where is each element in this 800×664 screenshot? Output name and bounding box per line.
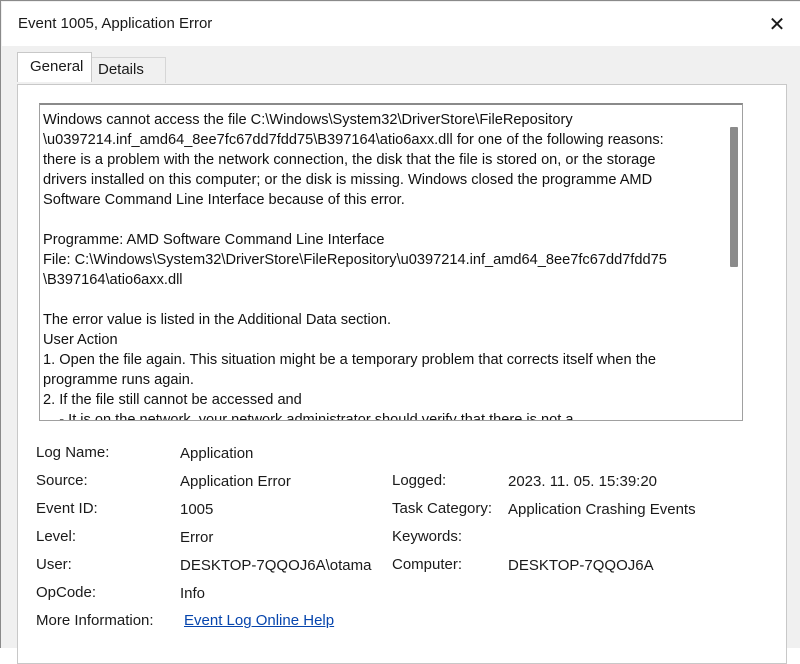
logged-value: 2023. 11. 05. 15:39:20 xyxy=(508,473,658,490)
logged-label: Logged: xyxy=(392,472,447,489)
keywords-label: Keywords: xyxy=(392,528,463,545)
source-value: Application Error xyxy=(180,473,291,490)
task-category-value: Application Crashing Events xyxy=(508,501,696,518)
title-bar[interactable]: Event 1005, Application Error ✕ xyxy=(2,2,800,46)
computer-value: DESKTOP-7QQOJ6A xyxy=(508,557,654,574)
event-id-label: Event ID: xyxy=(36,500,98,517)
level-value: Error xyxy=(180,529,214,546)
event-properties-window: Event 1005, Application Error ✕ General … xyxy=(0,0,800,664)
log-name-value: Application xyxy=(180,445,254,462)
close-icon[interactable]: ✕ xyxy=(754,2,800,46)
tab-general[interactable]: General xyxy=(17,52,92,82)
computer-label: Computer: xyxy=(392,556,463,573)
log-name-label: Log Name: xyxy=(36,444,110,461)
task-category-label: Task Category: xyxy=(392,500,493,517)
scrollbar-thumb[interactable] xyxy=(730,127,738,267)
event-description-text[interactable]: Windows cannot access the file C:\Window… xyxy=(43,110,723,420)
user-label: User: xyxy=(36,556,72,573)
opcode-label: OpCode: xyxy=(36,584,97,601)
source-label: Source: xyxy=(36,472,88,489)
event-log-online-help-link[interactable]: Event Log Online Help xyxy=(184,612,334,629)
level-label: Level: xyxy=(36,528,77,545)
event-id-value: 1005 xyxy=(180,501,214,518)
tab-details[interactable]: Details xyxy=(92,57,166,83)
event-description-box[interactable]: Windows cannot access the file C:\Window… xyxy=(39,103,743,421)
opcode-value: Info xyxy=(180,585,206,602)
window-title: Event 1005, Application Error xyxy=(18,15,213,32)
more-information-label: More Information: xyxy=(36,612,154,629)
user-value: DESKTOP-7QQOJ6A\otama xyxy=(180,557,372,574)
